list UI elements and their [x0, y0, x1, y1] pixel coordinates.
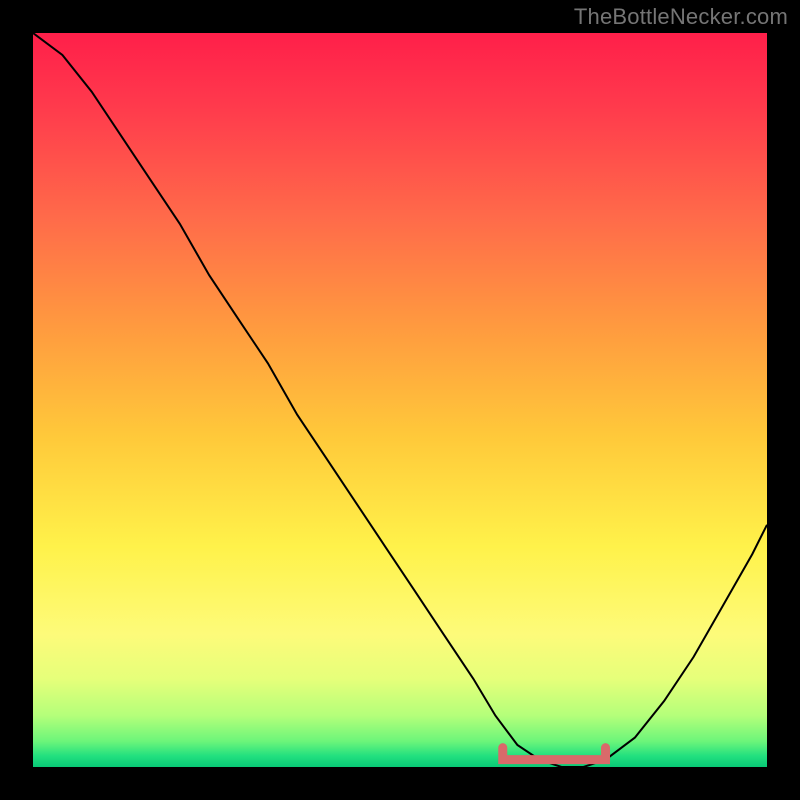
gradient-background	[33, 33, 767, 767]
plot-area	[33, 33, 767, 767]
chart-figure: TheBottleNecker.com	[0, 0, 800, 800]
watermark-text: TheBottleNecker.com	[574, 4, 788, 30]
